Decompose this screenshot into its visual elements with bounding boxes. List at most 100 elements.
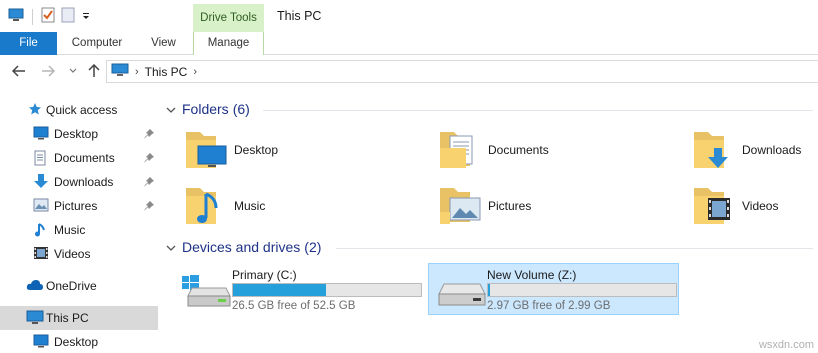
tab-file[interactable]: File <box>0 32 57 55</box>
sidebar-item-pictures[interactable]: Pictures <box>0 194 158 218</box>
content-area: Folders (6) Desktop Documents Downloads … <box>158 88 818 353</box>
pin-icon[interactable] <box>143 128 155 140</box>
forward-arrow-icon <box>42 65 55 77</box>
forward-button[interactable] <box>40 63 56 79</box>
properties-icon[interactable] <box>41 7 55 26</box>
folder-tile-downloads[interactable]: Downloads <box>690 124 801 176</box>
sidebar-item-videos[interactable]: Videos <box>0 242 158 266</box>
downloads-folder-icon <box>690 126 738 174</box>
sidebar-item-label: Desktop <box>54 335 99 349</box>
tab-computer[interactable]: Computer <box>57 32 137 55</box>
folder-tile-videos[interactable]: Videos <box>690 180 778 232</box>
drive-tile-new-volume[interactable]: New Volume (Z:) 2.97 GB free of 2.99 GB <box>428 263 679 315</box>
sidebar-item-label: Downloads <box>54 175 114 189</box>
drive-tile-primary[interactable]: Primary (C:) 26.5 GB free of 52.5 GB <box>174 264 426 316</box>
videos-folder-icon <box>690 182 738 230</box>
sidebar-item-downloads[interactable]: Downloads <box>0 170 158 194</box>
drive-name: Primary (C:) <box>232 268 297 282</box>
desktop-folder-icon <box>33 334 49 350</box>
sidebar-item-onedrive[interactable]: OneDrive <box>0 274 158 298</box>
group-title: Devices and drives <box>182 239 301 255</box>
sidebar-item-music[interactable]: Music <box>0 218 158 242</box>
folder-tile-documents[interactable]: Documents <box>436 124 549 176</box>
ribbon-tabs: File Computer View Manage <box>0 32 818 56</box>
sidebar-item-quick-access[interactable]: Quick access <box>0 98 158 122</box>
title-bar: Drive Tools This PC <box>0 0 818 32</box>
chevron-right-icon[interactable]: › <box>135 66 139 78</box>
up-arrow-icon <box>88 64 100 77</box>
sidebar-item-label: Desktop <box>54 127 99 141</box>
drive-usage-fill <box>233 284 326 296</box>
collapse-caret-icon[interactable] <box>166 242 176 252</box>
navigation-pane: Quick access Desktop Documents Downloads… <box>0 88 158 353</box>
downloads-folder-icon <box>33 173 49 189</box>
folders-group-header[interactable]: Folders (6) <box>166 99 250 119</box>
new-folder-icon[interactable] <box>61 7 75 26</box>
tab-manage[interactable]: Manage <box>193 32 264 56</box>
sidebar-item-label: OneDrive <box>46 279 97 293</box>
folder-label: Documents <box>488 143 549 157</box>
collapse-caret-icon[interactable] <box>166 104 176 114</box>
documents-folder-icon <box>436 126 484 174</box>
navigation-bar: › This PC › <box>0 55 818 88</box>
star-icon <box>28 102 44 118</box>
desktop-folder-icon <box>182 126 230 174</box>
group-title: Folders <box>182 101 229 117</box>
drive-icon <box>437 274 487 308</box>
pin-icon[interactable] <box>143 152 155 164</box>
chevron-right-icon[interactable]: › <box>193 66 197 78</box>
drive-usage-bar <box>487 283 677 297</box>
computer-icon <box>8 8 24 25</box>
devices-group-header[interactable]: Devices and drives (2) <box>166 237 321 257</box>
sidebar-item-label: Quick access <box>46 103 118 117</box>
drive-free-space: 2.97 GB free of 2.99 GB <box>487 300 611 312</box>
drive-name: New Volume (Z:) <box>487 268 577 282</box>
address-bar[interactable]: › This PC › <box>106 60 818 83</box>
sidebar-item-desktop-this-pc[interactable]: Desktop <box>0 330 158 353</box>
computer-icon <box>26 310 44 326</box>
drive-usage-bar <box>232 283 422 297</box>
music-folder-icon <box>182 182 230 230</box>
watermark: wsxdn.com <box>758 339 814 351</box>
window-title: This PC <box>277 9 322 23</box>
folder-tile-desktop[interactable]: Desktop <box>182 124 278 176</box>
sidebar-item-documents[interactable]: Documents <box>0 146 158 170</box>
context-group-title: Drive Tools <box>200 12 257 24</box>
sidebar-item-desktop[interactable]: Desktop <box>0 122 158 146</box>
back-button[interactable] <box>11 63 27 79</box>
back-arrow-icon <box>12 65 25 77</box>
sidebar-item-this-pc[interactable]: This PC <box>0 306 158 330</box>
pictures-folder-icon <box>436 182 484 230</box>
recent-locations-button[interactable] <box>65 63 81 79</box>
drive-free-space: 26.5 GB free of 52.5 GB <box>232 300 356 312</box>
documents-folder-icon <box>33 150 49 166</box>
pictures-folder-icon <box>33 198 49 214</box>
group-divider <box>263 110 813 111</box>
folder-label: Music <box>234 199 266 213</box>
group-count: (6) <box>232 101 250 117</box>
folder-tile-pictures[interactable]: Pictures <box>436 180 531 232</box>
folder-label: Videos <box>742 199 779 213</box>
customize-toolbar-icon[interactable] <box>81 10 91 24</box>
breadcrumb-this-pc[interactable]: This PC <box>145 65 188 79</box>
group-divider <box>336 248 813 249</box>
sidebar-item-label: Documents <box>54 151 115 165</box>
sidebar-item-label: Videos <box>54 247 91 261</box>
sidebar-item-label: Music <box>54 223 86 237</box>
tab-view[interactable]: View <box>137 32 190 55</box>
chevron-down-icon <box>69 68 77 73</box>
folder-tile-music[interactable]: Music <box>182 180 265 232</box>
sidebar-item-label: Pictures <box>54 199 98 213</box>
sidebar-item-label: This PC <box>46 311 89 325</box>
group-count: (2) <box>304 239 322 255</box>
toolbar-divider <box>32 8 33 25</box>
quick-access-toolbar <box>8 7 91 26</box>
pin-icon[interactable] <box>143 200 155 212</box>
folder-label: Pictures <box>488 199 532 213</box>
pin-icon[interactable] <box>143 176 155 188</box>
drive-tools-context-group: Drive Tools <box>193 4 264 32</box>
onedrive-cloud-icon <box>26 279 43 295</box>
folder-label: Desktop <box>234 143 279 157</box>
computer-icon <box>111 63 129 80</box>
up-button[interactable] <box>86 63 102 79</box>
